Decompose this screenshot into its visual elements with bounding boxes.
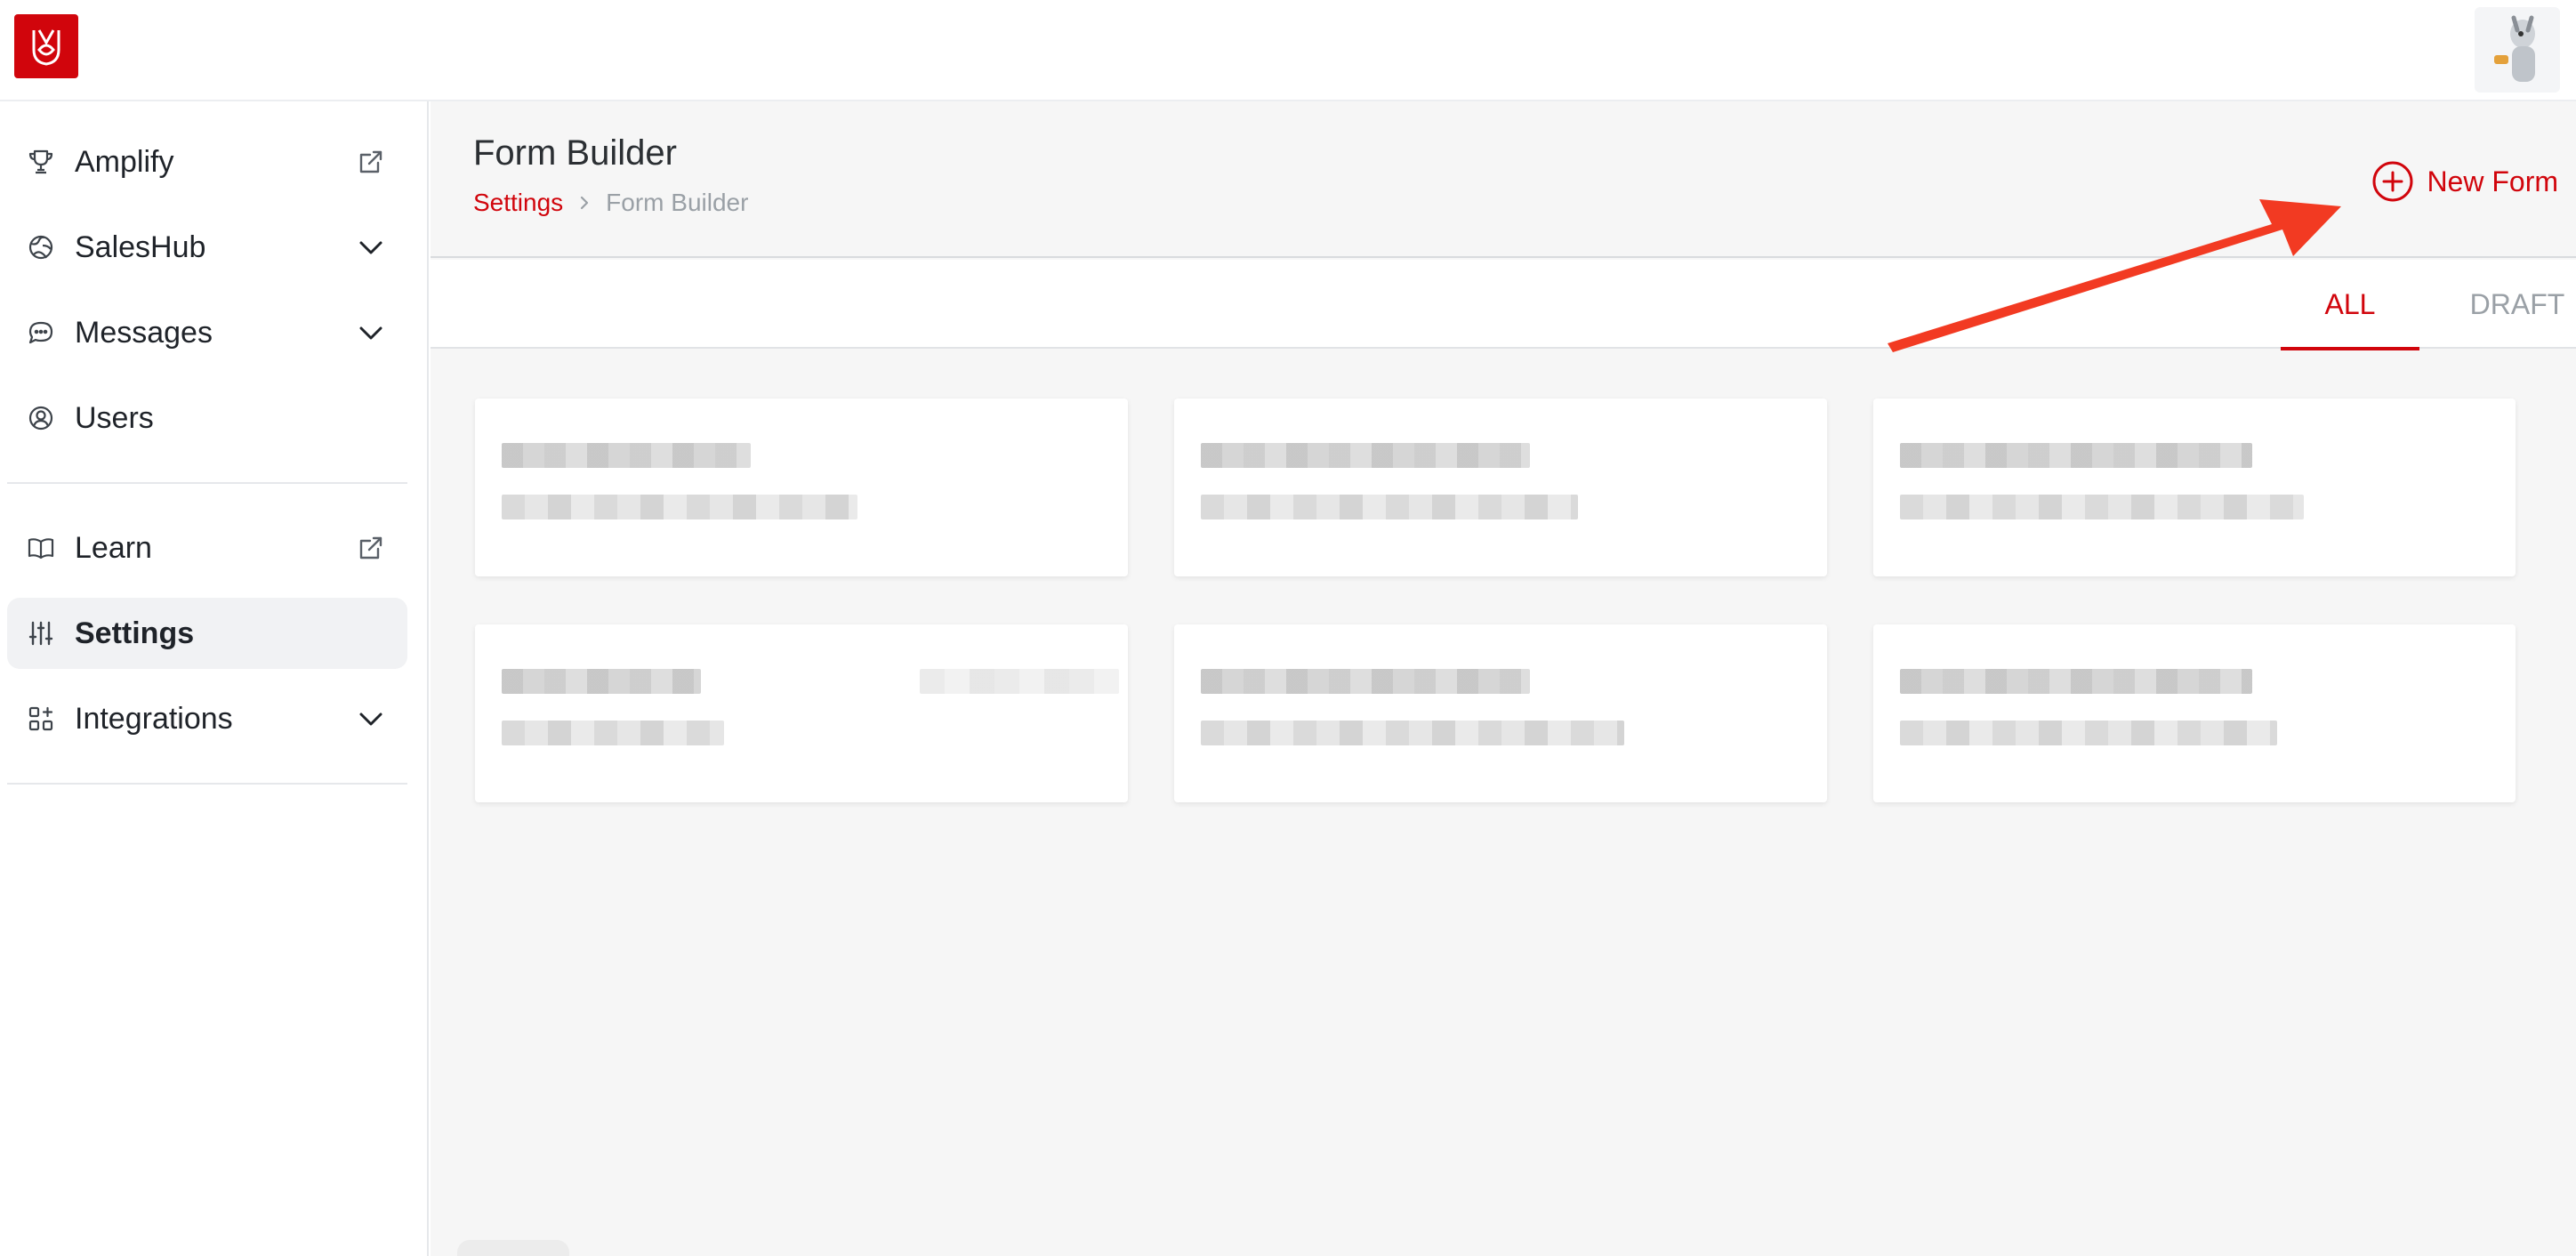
sidebar-item-settings[interactable]: Settings bbox=[7, 598, 407, 669]
new-form-label: New Form bbox=[2427, 165, 2558, 197]
breadcrumb-link-settings[interactable]: Settings bbox=[473, 189, 563, 217]
scroll-indicator bbox=[457, 1240, 569, 1256]
form-card[interactable] bbox=[1174, 399, 1827, 576]
sidebar-item-label: SalesHub bbox=[75, 229, 206, 264]
form-card-title bbox=[1900, 443, 2252, 468]
page-title: Form Builder bbox=[473, 133, 677, 173]
form-card-title bbox=[1201, 669, 1530, 694]
sliders-icon bbox=[25, 617, 57, 649]
form-card-title bbox=[502, 669, 701, 694]
form-card-subtitle bbox=[502, 495, 857, 519]
trophy-icon bbox=[25, 146, 57, 178]
form-card[interactable] bbox=[1174, 624, 1827, 802]
sidebar-item-messages[interactable]: Messages bbox=[7, 297, 407, 368]
tab-all[interactable]: ALL bbox=[2281, 260, 2419, 350]
form-card-meta bbox=[920, 669, 1119, 694]
form-card-title bbox=[1900, 669, 2252, 694]
breadcrumb: Settings Form Builder bbox=[473, 189, 748, 217]
tab-bar: ALL DRAFT bbox=[431, 260, 2576, 350]
grid-plus-icon bbox=[25, 703, 57, 735]
top-bar bbox=[0, 0, 2576, 101]
sidebar-item-label: Settings bbox=[75, 616, 195, 650]
chevron-down-icon[interactable] bbox=[354, 702, 388, 736]
user-circle-icon bbox=[25, 402, 57, 434]
chat-bubble-icon bbox=[25, 317, 57, 349]
breadcrumb-current: Form Builder bbox=[606, 189, 749, 216]
sidebar-item-label: Learn bbox=[75, 530, 152, 565]
form-card[interactable] bbox=[475, 624, 1128, 802]
sidebar-item-learn[interactable]: Learn bbox=[7, 512, 407, 584]
form-card[interactable] bbox=[475, 399, 1128, 576]
book-icon bbox=[25, 532, 57, 564]
company-logo-icon[interactable] bbox=[14, 14, 78, 78]
form-card-title bbox=[502, 443, 751, 468]
new-form-button[interactable]: New Form bbox=[2371, 157, 2558, 206]
chevron-right-icon bbox=[576, 194, 593, 212]
sidebar: Amplify SalesHub Messages Users Learn Se… bbox=[0, 101, 429, 1256]
tab-draft[interactable]: DRAFT bbox=[2459, 260, 2576, 349]
sidebar-item-users[interactable]: Users bbox=[7, 382, 407, 454]
globe-icon bbox=[25, 231, 57, 263]
external-link-icon bbox=[354, 531, 388, 565]
form-card-subtitle bbox=[1900, 721, 2277, 745]
sidebar-item-label: Users bbox=[75, 400, 154, 435]
sidebar-item-label: Integrations bbox=[75, 701, 233, 736]
chevron-down-icon[interactable] bbox=[354, 230, 388, 264]
external-link-icon bbox=[354, 145, 388, 179]
sidebar-item-label: Messages bbox=[75, 315, 213, 350]
form-card[interactable] bbox=[1873, 624, 2516, 802]
sidebar-item-integrations[interactable]: Integrations bbox=[7, 683, 407, 754]
form-card-subtitle bbox=[1900, 495, 2304, 519]
user-avatar-icon[interactable] bbox=[2475, 7, 2560, 93]
form-card-subtitle bbox=[1201, 495, 1578, 519]
sidebar-divider bbox=[7, 482, 407, 484]
form-card[interactable] bbox=[1873, 399, 2516, 576]
sidebar-item-saleshub[interactable]: SalesHub bbox=[7, 212, 407, 283]
sidebar-divider bbox=[7, 783, 407, 785]
chevron-down-icon[interactable] bbox=[354, 316, 388, 350]
main-content: Form Builder Settings Form Builder New F… bbox=[431, 101, 2576, 1256]
sidebar-item-amplify[interactable]: Amplify bbox=[7, 126, 407, 197]
page-header: Form Builder Settings Form Builder New F… bbox=[431, 101, 2576, 258]
form-card-subtitle bbox=[502, 721, 724, 745]
form-card-title bbox=[1201, 443, 1530, 468]
plus-circle-icon bbox=[2372, 161, 2413, 202]
form-card-subtitle bbox=[1201, 721, 1624, 745]
sidebar-item-label: Amplify bbox=[75, 144, 174, 179]
